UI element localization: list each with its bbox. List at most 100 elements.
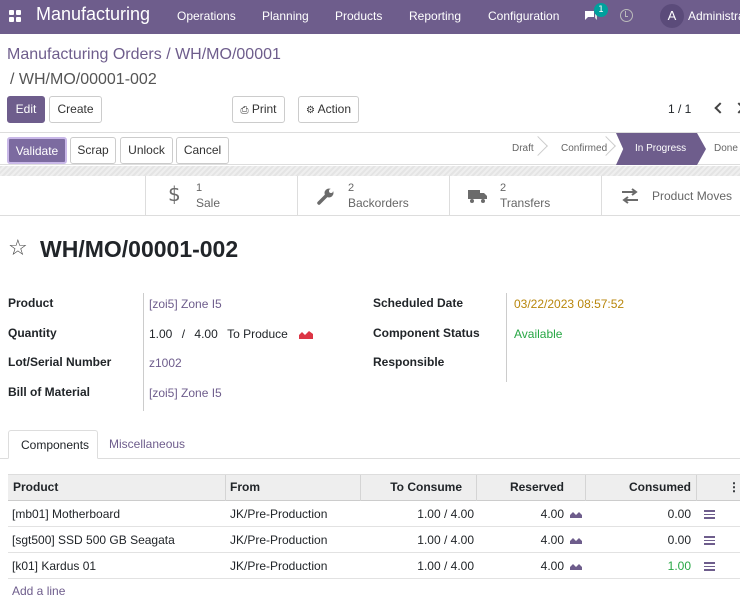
column-separator [585, 475, 586, 501]
responsible-label: Responsible [373, 355, 445, 369]
action-label: Action [317, 102, 351, 116]
row-reserved: 4.00 [540, 507, 564, 521]
tab-miscellaneous[interactable]: Miscellaneous [97, 430, 197, 459]
tab-components[interactable]: Components [8, 430, 98, 459]
scheduled-date-value[interactable]: 03/22/2023 08:57:52 [514, 297, 624, 311]
row-consumed[interactable]: 0.00 [590, 533, 691, 547]
column-separator [225, 475, 226, 501]
quantity-suffix: To Produce [227, 327, 288, 341]
optional-columns-icon[interactable]: ⋮ [728, 480, 740, 494]
forecast-chart-icon[interactable] [570, 562, 582, 570]
smart-button-product-moves[interactable]: Product Moves [601, 176, 740, 216]
create-button[interactable]: Create [49, 96, 102, 123]
col-to-consume[interactable]: To Consume [366, 480, 462, 494]
forecast-chart-icon[interactable] [299, 330, 313, 339]
app-name[interactable]: Manufacturing [36, 4, 150, 25]
lot-value[interactable]: z1002 [149, 356, 182, 370]
star-icon[interactable]: ☆ [8, 238, 28, 260]
validate-button[interactable]: Validate [7, 137, 67, 164]
row-consumed[interactable]: 1.00 [590, 559, 691, 573]
breadcrumb-current-row: / WH/MO/00001-002 [10, 71, 157, 88]
row-product[interactable]: [sgt500] SSD 500 GB Seagata [12, 533, 175, 547]
chevron-left-icon[interactable] [714, 102, 726, 114]
avatar[interactable]: A [660, 4, 684, 28]
row-product[interactable]: [k01] Kardus 01 [12, 559, 96, 573]
column-separator [696, 475, 697, 501]
quantity-done: 1.00 [149, 327, 173, 341]
quantity-value: 1.00 / 4.00 To Produce [149, 327, 288, 341]
detailed-operations-icon[interactable] [704, 562, 715, 571]
page-title: WH/MO/00001-002 [40, 236, 239, 262]
component-status-label: Component Status [373, 326, 480, 340]
menu-configuration[interactable]: Configuration [488, 9, 559, 23]
row-from[interactable]: JK/Pre-Production [230, 533, 327, 547]
action-button[interactable]: ⚙ Action [298, 96, 359, 123]
unlock-button[interactable]: Unlock [120, 137, 173, 164]
arrows-icon [622, 188, 638, 204]
apps-menu-icon[interactable] [9, 10, 22, 23]
breadcrumb: Manufacturing Orders / WH/MO/00001 [7, 46, 281, 63]
lot-label: Lot/Serial Number [8, 355, 112, 369]
forecast-chart-icon[interactable] [570, 510, 582, 518]
col-product[interactable]: Product [13, 480, 58, 494]
edit-button[interactable]: Edit [7, 96, 45, 123]
smart-count: 2 [500, 182, 507, 194]
row-from[interactable]: JK/Pre-Production [230, 507, 327, 521]
bom-label: Bill of Material [8, 385, 91, 399]
detailed-operations-icon[interactable] [704, 510, 715, 519]
print-icon: ⎙ [240, 105, 249, 116]
stage-in-progress[interactable]: In Progress [635, 143, 686, 154]
quantity-label: Quantity [8, 326, 57, 340]
truck-icon [468, 190, 487, 203]
print-label: Print [251, 102, 277, 116]
row-product[interactable]: [mb01] Motherboard [12, 507, 120, 521]
row-consumed[interactable]: 0.00 [590, 507, 691, 521]
detailed-operations-icon[interactable] [704, 536, 715, 545]
add-a-line-link[interactable]: Add a line [12, 584, 65, 596]
row-to-consume[interactable]: 1.00 / 4.00 [366, 559, 474, 573]
smart-button-sale[interactable]: $ 1 Sale [145, 176, 298, 216]
stage-done[interactable]: Done [714, 143, 738, 154]
menu-operations[interactable]: Operations [177, 9, 236, 23]
wrench-icon [317, 188, 334, 205]
menu-reporting[interactable]: Reporting [409, 9, 461, 23]
quantity-separator: / [181, 327, 186, 341]
product-value[interactable]: [zoi5] Zone I5 [149, 297, 222, 311]
smart-label: Product Moves [652, 189, 733, 203]
component-status-value: Available [514, 327, 563, 341]
menu-planning[interactable]: Planning [262, 9, 309, 23]
col-consumed[interactable]: Consumed [590, 480, 691, 494]
messages-count-badge: 1 [594, 3, 608, 17]
dollar-icon: $ [168, 182, 181, 206]
smart-button-backorders[interactable]: 2 Backorders [297, 176, 450, 216]
smart-count: 1 [196, 182, 203, 194]
breadcrumb-manufacturing-orders[interactable]: Manufacturing Orders [7, 46, 162, 63]
field-divider [506, 293, 507, 382]
row-to-consume[interactable]: 1.00 / 4.00 [366, 507, 474, 521]
sheet-background [0, 166, 740, 176]
quantity-total: 4.00 [194, 327, 218, 341]
breadcrumb-parent-mo[interactable]: WH/MO/00001 [175, 46, 281, 63]
scheduled-date-label: Scheduled Date [373, 296, 464, 310]
product-label: Product [8, 296, 54, 310]
scrap-button[interactable]: Scrap [70, 137, 116, 164]
smart-count: 2 [348, 182, 355, 194]
forecast-chart-icon[interactable] [570, 536, 582, 544]
row-reserved: 4.00 [540, 533, 564, 547]
col-reserved[interactable]: Reserved [480, 480, 564, 494]
breadcrumb-current: WH/MO/00001-002 [18, 71, 157, 88]
top-navbar: Manufacturing Operations Planning Produc… [0, 0, 740, 34]
smart-button-transfers[interactable]: 2 Transfers [449, 176, 602, 216]
row-to-consume[interactable]: 1.00 / 4.00 [366, 533, 474, 547]
col-from[interactable]: From [230, 480, 260, 494]
bom-value[interactable]: [zoi5] Zone I5 [149, 386, 222, 400]
print-button[interactable]: ⎙ Print [232, 96, 285, 123]
activity-clock-icon[interactable] [620, 9, 633, 22]
menu-products[interactable]: Products [335, 9, 382, 23]
pager-value[interactable]: 1 / 1 [668, 102, 691, 116]
cancel-button[interactable]: Cancel [176, 137, 229, 164]
field-divider [143, 293, 144, 411]
row-from[interactable]: JK/Pre-Production [230, 559, 327, 573]
chevron-right-icon[interactable] [733, 102, 740, 114]
user-menu[interactable]: Administrator [688, 9, 740, 23]
